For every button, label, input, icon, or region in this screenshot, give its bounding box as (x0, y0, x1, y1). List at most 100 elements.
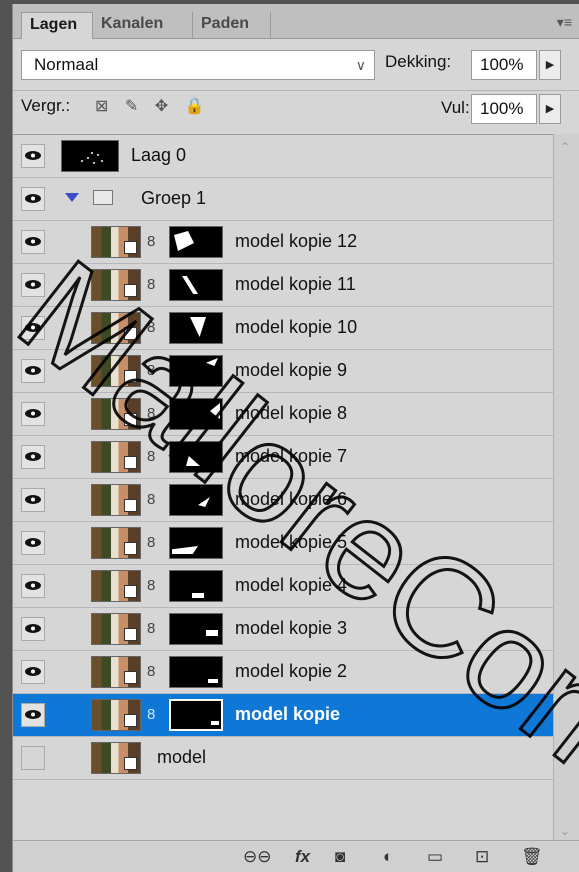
layer-row[interactable]: 8 model kopie 9 (13, 350, 553, 393)
layer-thumbnail (91, 742, 141, 774)
eye-icon[interactable] (21, 187, 45, 211)
eye-icon[interactable] (21, 144, 45, 168)
layer-row[interactable]: 8 model kopie 2 (13, 651, 553, 694)
eye-icon[interactable] (21, 531, 45, 555)
eye-icon[interactable] (21, 703, 45, 727)
new-layer-icon[interactable]: ⊡ (475, 847, 489, 867)
layer-row-groep-1[interactable]: Groep 1 (13, 178, 553, 221)
eye-icon[interactable] (21, 660, 45, 684)
link-icon[interactable]: 8 (147, 233, 155, 250)
expand-arrow-icon[interactable] (65, 193, 79, 202)
eye-icon[interactable] (21, 574, 45, 598)
layer-mask-thumbnail[interactable] (169, 269, 223, 301)
layer-mask-thumbnail[interactable] (169, 312, 223, 344)
layer-mask-thumbnail[interactable] (169, 613, 223, 645)
tab-kanalen[interactable]: Kanalen (93, 12, 193, 38)
layer-thumbnail (91, 699, 141, 731)
layer-thumbnail (61, 140, 119, 172)
layer-mask-thumbnail[interactable] (169, 699, 223, 731)
layer-row-laag-0[interactable]: Laag 0 (13, 135, 553, 178)
layer-mask-thumbnail[interactable] (169, 226, 223, 258)
lock-paint-icon[interactable]: ✎ (125, 98, 144, 115)
trash-icon[interactable]: 🗑 (521, 847, 543, 867)
link-icon[interactable]: 8 (147, 405, 155, 422)
layer-thumbnail (91, 613, 141, 645)
layer-row[interactable]: 8 model kopie 7 (13, 436, 553, 479)
layer-row[interactable]: 8 model kopie 3 (13, 608, 553, 651)
eye-icon[interactable] (21, 273, 45, 297)
layer-thumbnail (91, 312, 141, 344)
tab-paden[interactable]: Paden (193, 12, 271, 38)
link-layers-icon[interactable]: ⊖⊖ (243, 847, 272, 867)
eye-icon[interactable] (21, 617, 45, 641)
eye-icon[interactable] (21, 359, 45, 383)
link-icon[interactable]: 8 (147, 319, 155, 336)
blend-mode-select[interactable]: Normaal ∨ (21, 50, 375, 80)
link-icon[interactable]: 8 (147, 276, 155, 293)
eye-icon[interactable] (21, 488, 45, 512)
link-icon[interactable]: 8 (147, 362, 155, 379)
scrollbar[interactable]: ⌃ ⌄ (553, 134, 579, 854)
layer-row[interactable]: 8 model kopie 6 (13, 479, 553, 522)
layer-row[interactable]: 8 model kopie 4 (13, 565, 553, 608)
smart-object-icon (124, 585, 137, 598)
layer-row[interactable]: 8 model kopie 10 (13, 307, 553, 350)
link-icon[interactable]: 8 (147, 491, 155, 508)
divider (13, 90, 579, 91)
layer-thumbnail (91, 226, 141, 258)
new-group-icon[interactable]: ▭ (427, 847, 443, 867)
layer-name: model kopie 7 (235, 446, 348, 466)
panel-menu-icon[interactable]: ▾≡ (557, 14, 572, 31)
link-icon[interactable]: 8 (147, 577, 155, 594)
layer-thumbnail (91, 441, 141, 473)
eye-icon[interactable] (21, 230, 45, 254)
eye-icon[interactable] (21, 316, 45, 340)
layer-row[interactable]: 8 model kopie 5 (13, 522, 553, 565)
layer-thumbnail (91, 398, 141, 430)
lock-label: Vergr.: (21, 96, 71, 115)
lock-transparent-icon[interactable]: ⊠ (95, 98, 114, 115)
layer-row-selected[interactable]: 8 model kopie (13, 694, 553, 737)
eye-icon[interactable] (21, 445, 45, 469)
fill-arrow-button[interactable]: ▶ (539, 94, 561, 124)
link-icon[interactable]: 8 (147, 620, 155, 637)
layer-name: model kopie 10 (235, 317, 358, 337)
lock-move-icon[interactable]: ✥ (155, 98, 174, 115)
visibility-toggle-empty[interactable] (21, 746, 45, 770)
link-icon[interactable]: 8 (147, 534, 155, 551)
layer-mask-thumbnail[interactable] (169, 441, 223, 473)
add-mask-icon[interactable]: ◙ (335, 847, 345, 867)
eye-icon[interactable] (21, 402, 45, 426)
link-icon[interactable]: 8 (147, 706, 155, 723)
opacity-arrow-button[interactable]: ▶ (539, 50, 561, 80)
layer-row[interactable]: 8 model kopie 8 (13, 393, 553, 436)
smart-object-icon (124, 628, 137, 641)
layer-mask-thumbnail[interactable] (169, 484, 223, 516)
layer-row[interactable]: 8 model kopie 12 (13, 221, 553, 264)
fill-input[interactable]: 100% (471, 94, 537, 124)
layer-name: Laag 0 (131, 145, 187, 165)
fill-label: Vul: (441, 98, 470, 117)
tab-lagen[interactable]: Lagen (21, 12, 93, 39)
layer-row[interactable]: 8 model kopie 11 (13, 264, 553, 307)
adjustment-layer-icon[interactable]: ◐ (383, 847, 393, 867)
layer-mask-thumbnail[interactable] (169, 355, 223, 387)
smart-object-icon (124, 542, 137, 555)
smart-object-icon (124, 499, 137, 512)
folder-icon (93, 190, 113, 205)
layer-mask-thumbnail[interactable] (169, 527, 223, 559)
layer-mask-thumbnail[interactable] (169, 398, 223, 430)
panel-tab-bar: Lagen Kanalen Paden ▾≡ (13, 4, 579, 39)
scroll-down-icon[interactable]: ⌄ (560, 824, 570, 838)
scroll-up-icon[interactable]: ⌃ (560, 140, 570, 154)
layer-thumbnail (91, 656, 141, 688)
opacity-input[interactable]: 100% (471, 50, 537, 80)
layer-mask-thumbnail[interactable] (169, 656, 223, 688)
layer-row-hidden[interactable]: model (13, 737, 553, 780)
layer-mask-thumbnail[interactable] (169, 570, 223, 602)
fx-icon[interactable]: fx (295, 847, 310, 867)
link-icon[interactable]: 8 (147, 663, 155, 680)
lock-all-icon[interactable]: 🔒 (185, 98, 211, 115)
chevron-down-icon: ∨ (355, 57, 366, 73)
link-icon[interactable]: 8 (147, 448, 155, 465)
